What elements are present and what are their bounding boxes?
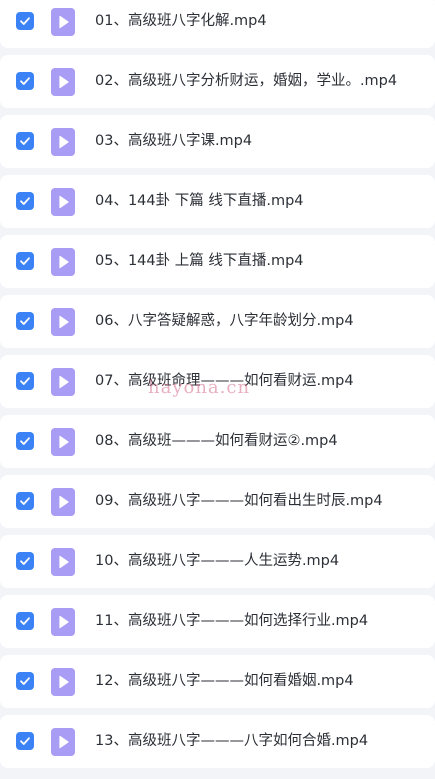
checkmark-icon [20,317,30,325]
video-file-icon [51,368,75,396]
file-row[interactable]: 01、高级班八字化解.mp4 [0,0,435,48]
file-checkbox[interactable] [16,492,34,510]
file-row[interactable]: 11、高级班八字———如何选择行业.mp4 [0,595,435,648]
checkmark-icon [20,437,30,445]
file-checkbox[interactable] [16,732,34,750]
file-row[interactable]: 02、高级班八字分析财运，婚姻，学业。.mp4 [0,55,435,108]
checkmark-icon [20,137,30,145]
video-file-icon [51,128,75,156]
file-name[interactable]: 13、高级班八字———八字如何合婚.mp4 [95,715,368,768]
checkmark-icon [20,77,30,85]
file-name[interactable]: 02、高级班八字分析财运，婚姻，学业。.mp4 [95,55,397,108]
video-file-icon [51,248,75,276]
video-file-icon [51,728,75,756]
file-checkbox[interactable] [16,372,34,390]
file-row[interactable]: 03、高级班八字课.mp4 [0,115,435,168]
file-name[interactable]: 08、高级班———如何看财运②.mp4 [95,415,338,468]
file-name[interactable]: 09、高级班八字———如何看出生时辰.mp4 [95,475,383,528]
file-checkbox[interactable] [16,192,34,210]
file-name[interactable]: 01、高级班八字化解.mp4 [95,0,267,48]
file-list: 01、高级班八字化解.mp4 02、高级班八字分析财运，婚姻，学业。.mp4 03、… [0,0,435,775]
video-file-icon [51,608,75,636]
file-checkbox[interactable] [16,252,34,270]
file-row[interactable]: 09、高级班八字———如何看出生时辰.mp4 [0,475,435,528]
file-checkbox[interactable] [16,312,34,330]
file-name[interactable]: 06、八字答疑解惑，八字年龄划分.mp4 [95,295,354,348]
file-row[interactable]: 06、八字答疑解惑，八字年龄划分.mp4 [0,295,435,348]
file-row[interactable]: 08、高级班———如何看财运②.mp4 [0,415,435,468]
checkmark-icon [20,377,30,385]
video-file-icon [51,68,75,96]
checkmark-icon [20,557,30,565]
file-checkbox[interactable] [16,132,34,150]
video-file-icon [51,488,75,516]
file-row[interactable]: 13、高级班八字———八字如何合婚.mp4 [0,715,435,768]
file-name[interactable]: 05、144卦 上篇 线下直播.mp4 [95,235,304,288]
checkmark-icon [20,617,30,625]
file-name[interactable]: 12、高级班八字———如何看婚姻.mp4 [95,655,354,708]
file-row[interactable]: 05、144卦 上篇 线下直播.mp4 [0,235,435,288]
video-file-icon [51,188,75,216]
file-name[interactable]: 04、144卦 下篇 线下直播.mp4 [95,175,304,228]
file-checkbox[interactable] [16,432,34,450]
file-row[interactable]: 07、高级班命理———如何看财运.mp4 [0,355,435,408]
file-name[interactable]: 07、高级班命理———如何看财运.mp4 [95,355,354,408]
video-file-icon [51,8,75,36]
checkmark-icon [20,737,30,745]
checkmark-icon [20,677,30,685]
file-name[interactable]: 03、高级班八字课.mp4 [95,115,252,168]
video-file-icon [51,548,75,576]
file-checkbox[interactable] [16,612,34,630]
file-name[interactable]: 11、高级班八字———如何选择行业.mp4 [95,595,368,648]
video-file-icon [51,428,75,456]
checkmark-icon [20,497,30,505]
checkmark-icon [20,17,30,25]
video-file-icon [51,308,75,336]
file-row[interactable]: 12、高级班八字———如何看婚姻.mp4 [0,655,435,708]
file-checkbox[interactable] [16,72,34,90]
file-checkbox[interactable] [16,672,34,690]
file-row[interactable]: 10、高级班八字———人生运势.mp4 [0,535,435,588]
checkmark-icon [20,257,30,265]
file-checkbox[interactable] [16,12,34,30]
checkmark-icon [20,197,30,205]
file-name[interactable]: 10、高级班八字———人生运势.mp4 [95,535,339,588]
file-checkbox[interactable] [16,552,34,570]
file-row[interactable]: 04、144卦 下篇 线下直播.mp4 [0,175,435,228]
video-file-icon [51,668,75,696]
